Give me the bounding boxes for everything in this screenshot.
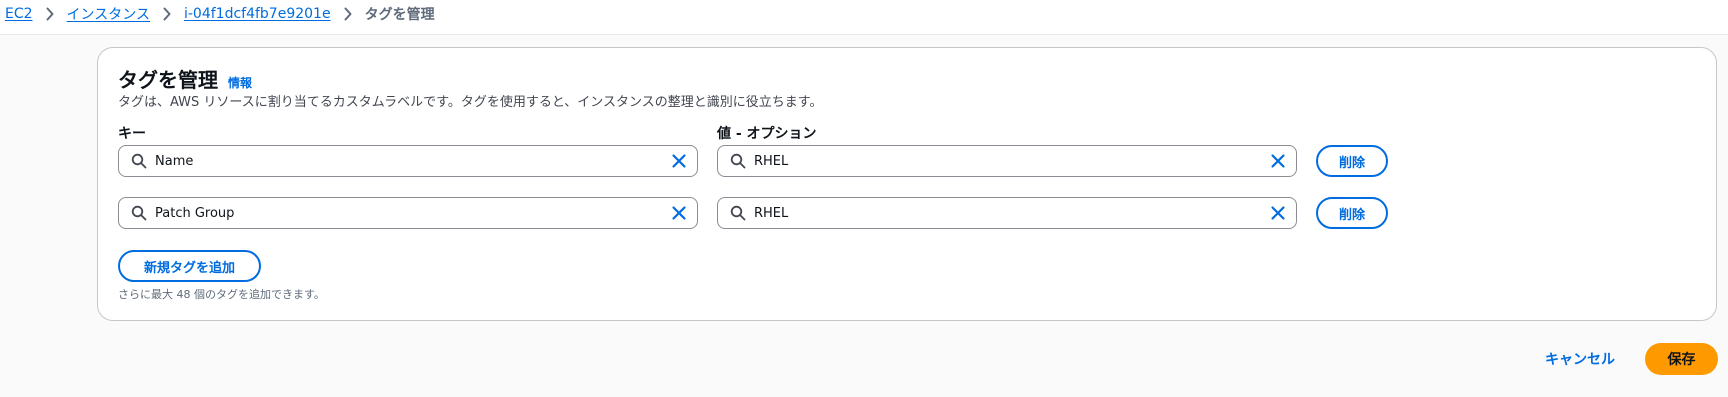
- chevron-right-icon: [331, 5, 365, 23]
- breadcrumb-link-instances[interactable]: インスタンス: [67, 4, 150, 24]
- manage-tags-panel: タグを管理 情報 タグは、AWS リソースに割り当てるカスタムラベルです。タグを…: [97, 47, 1717, 321]
- search-icon: [131, 153, 147, 169]
- panel-description: タグは、AWS リソースに割り当てるカスタムラベルです。タグを使用すると、インス…: [118, 95, 823, 110]
- tag-value-value: RHEL: [754, 205, 789, 221]
- tag-key-input[interactable]: Name: [118, 145, 698, 177]
- save-button[interactable]: 保存: [1645, 343, 1718, 375]
- tag-key-value: Name: [155, 153, 194, 169]
- tag-value-input[interactable]: RHEL: [717, 197, 1297, 229]
- tag-key-input[interactable]: Patch Group: [118, 197, 698, 229]
- breadcrumb-link-ec2[interactable]: EC2: [5, 6, 33, 22]
- breadcrumb-current: タグを管理: [364, 7, 435, 23]
- chevron-right-icon: [150, 5, 184, 23]
- tag-value-input[interactable]: RHEL: [717, 145, 1297, 177]
- value-column-label: 値 - オプション: [717, 126, 817, 142]
- tag-value-value: RHEL: [754, 153, 789, 169]
- close-icon[interactable]: [671, 153, 687, 169]
- close-icon[interactable]: [671, 205, 687, 221]
- chevron-right-icon: [33, 5, 67, 23]
- info-link[interactable]: 情報: [228, 74, 252, 91]
- close-icon[interactable]: [1270, 153, 1286, 169]
- tag-key-value: Patch Group: [155, 205, 235, 221]
- add-new-tag-button[interactable]: 新規タグを追加: [118, 250, 261, 282]
- breadcrumb-bar: EC2 インスタンス i-04f1dcf4fb7e9201e タグを管理: [0, 0, 1728, 35]
- search-icon: [131, 205, 147, 221]
- search-icon: [730, 153, 746, 169]
- search-icon: [730, 205, 746, 221]
- remove-tag-button[interactable]: 削除: [1316, 197, 1388, 229]
- remove-tag-button[interactable]: 削除: [1316, 145, 1388, 177]
- panel-header: タグを管理 情報: [118, 64, 252, 93]
- tag-limit-note: さらに最大 48 個のタグを追加できます。: [118, 288, 325, 301]
- breadcrumb: EC2 インスタンス i-04f1dcf4fb7e9201e タグを管理: [5, 5, 435, 23]
- close-icon[interactable]: [1270, 205, 1286, 221]
- key-column-label: キー: [118, 126, 146, 142]
- cancel-button[interactable]: キャンセル: [1545, 349, 1615, 369]
- breadcrumb-link-instance-id[interactable]: i-04f1dcf4fb7e9201e: [184, 6, 331, 22]
- panel-title: タグを管理: [118, 68, 218, 92]
